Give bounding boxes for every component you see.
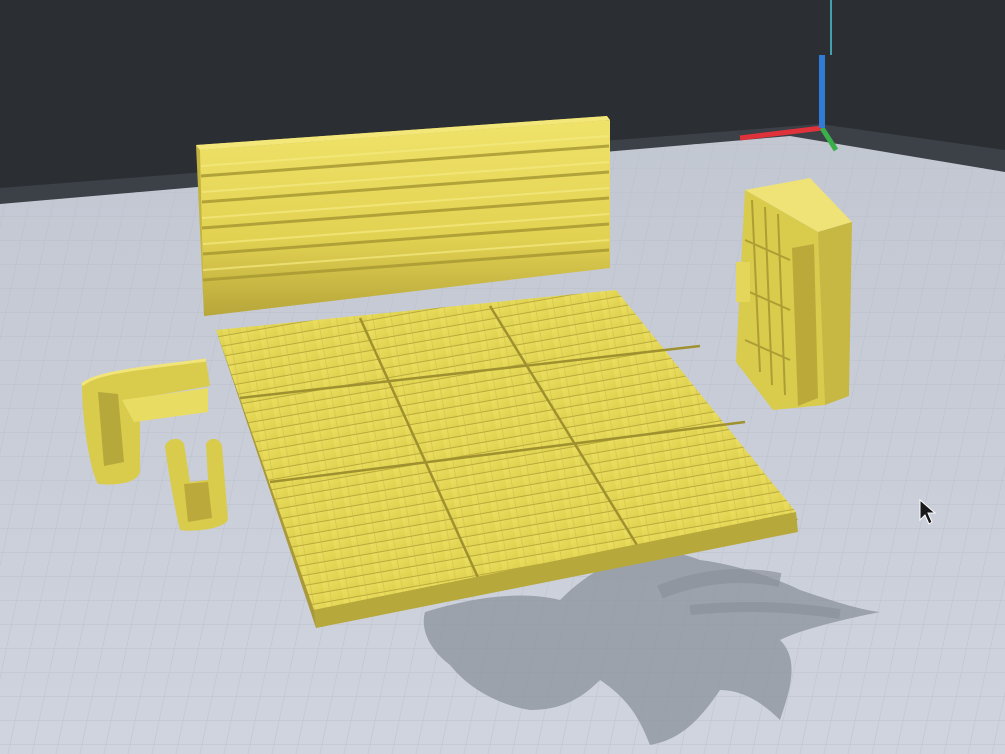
bookshelf-latch [736,262,750,302]
scene-canvas[interactable] [0,0,1005,754]
3d-viewport[interactable] [0,0,1005,754]
bookshelf[interactable] [736,178,852,410]
